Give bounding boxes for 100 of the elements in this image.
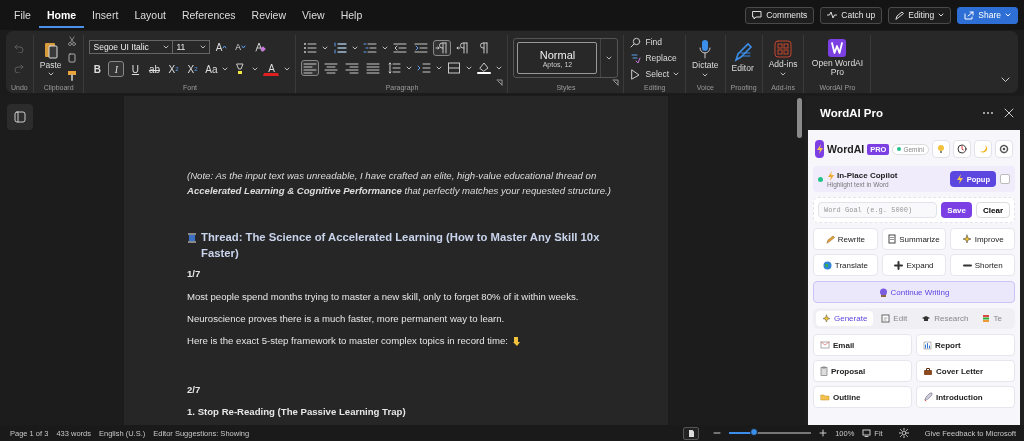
shrink-font-button[interactable]: A (232, 39, 249, 55)
caret-icon (382, 46, 389, 50)
action-button[interactable]: Improve (950, 228, 1015, 250)
left-to-right-button[interactable] (433, 40, 452, 56)
format-painter-button[interactable] (66, 69, 79, 82)
caret-icon (466, 66, 473, 70)
bold-button[interactable]: B (89, 61, 106, 77)
memo-icon (881, 314, 891, 323)
menu-tab[interactable]: Layout (126, 2, 174, 28)
increase-indent-icon (414, 41, 429, 55)
action-button[interactable]: Expand (881, 254, 947, 276)
italic-button[interactable]: I (108, 61, 125, 77)
menu-tab[interactable]: Review (243, 2, 295, 28)
clock-icon (957, 144, 967, 154)
paragraph: Neuroscience proves there is a much faster, more permanent way to learn. (187, 312, 506, 325)
share-button[interactable]: Share (957, 6, 1018, 24)
graduation-cap-icon (921, 314, 932, 323)
collapse-ribbon-icon (1001, 77, 1010, 83)
fit-icon (862, 429, 872, 437)
dialog-launcher-icon (612, 79, 620, 86)
more-button[interactable] (982, 111, 994, 115)
focus-button[interactable] (898, 428, 909, 438)
action-button[interactable]: Translate (813, 254, 878, 276)
right-to-left-icon (456, 41, 471, 55)
change-case-button[interactable]: Aa (203, 61, 220, 77)
plus-icon (894, 260, 904, 270)
paste-button[interactable]: Paste (38, 39, 63, 78)
menu-tab[interactable]: References (173, 2, 244, 28)
continue-writing-button[interactable]: Continue Writing (813, 281, 1015, 303)
scrollbar-thumb[interactable] (797, 98, 802, 138)
bolt-icon (815, 144, 824, 154)
editing-button[interactable]: Editing (888, 6, 952, 24)
template-button[interactable]: Outline (813, 386, 912, 408)
comments-button[interactable]: Comments (745, 6, 815, 24)
font-color-button[interactable]: A (263, 62, 280, 76)
note-paragraph: (Note: As the input text was unreadable, I have crafted an elite, high-value educational thread on Accelerated Learning & Cognitive Performance that perfectly matches your requested structure.) (187, 169, 612, 198)
caret-icon (47, 72, 54, 77)
dictate-button[interactable]: Dictate (691, 38, 720, 78)
template-button[interactable]: Report (916, 334, 1015, 356)
panel-icon (14, 111, 26, 123)
thread-spool-icon (187, 232, 197, 244)
superscript-button[interactable]: X$^{2}$ (184, 61, 201, 77)
editor-button[interactable]: Editor (730, 41, 755, 75)
print-layout-button[interactable] (683, 426, 700, 440)
navigation-pane-button[interactable] (7, 104, 33, 130)
template-button[interactable]: Email (813, 334, 912, 356)
save-button[interactable]: Save (941, 202, 972, 218)
caret-icon (252, 67, 259, 71)
decrease-indent-icon (393, 41, 408, 55)
zoom-thumb[interactable] (749, 428, 758, 436)
folder-icon (820, 393, 830, 401)
find-button[interactable]: Find (629, 35, 681, 49)
crystal-ball-icon (878, 287, 888, 297)
template-button[interactable]: Introduction (916, 386, 1015, 408)
copy-button[interactable] (66, 52, 79, 64)
font-name-field[interactable]: Segoe UI Italic (89, 40, 174, 54)
page-icon (687, 428, 695, 438)
close-button[interactable] (1004, 108, 1014, 118)
action-button[interactable]: Summarize (881, 228, 947, 250)
strikethrough-button[interactable]: ab (146, 61, 163, 77)
checkbox[interactable] (1000, 174, 1010, 184)
menu-tab[interactable]: Insert (84, 2, 127, 28)
menu-tab[interactable]: File (6, 2, 39, 28)
grow-font-button[interactable]: A (213, 39, 230, 55)
select-button[interactable]: Select (629, 67, 681, 81)
open-addin-button[interactable]: Open WordAI Pro (809, 37, 866, 79)
zoom-in-button[interactable] (819, 429, 828, 437)
template-button[interactable]: Proposal (813, 360, 912, 382)
lightbulb-icon (937, 144, 945, 154)
cut-button[interactable] (66, 35, 79, 47)
caret-icon (406, 66, 413, 70)
font-size-field[interactable]: 11 (172, 40, 211, 54)
panel-title: WordAI Pro (820, 107, 885, 119)
menu-tab[interactable]: Help (332, 2, 371, 28)
align-left-button[interactable] (301, 60, 320, 76)
subheading: 1. Stop Re-Reading (The Passive Learning Trap) (187, 405, 407, 418)
caret-icon (606, 56, 613, 60)
clear-button[interactable]: Clear (976, 202, 1010, 218)
replace-button[interactable]: Replace (629, 51, 681, 65)
menu-tab[interactable]: Home (38, 2, 85, 28)
thread-heading: Thread: The Science of Accelerated Learning (How to Master Any Skill 10x Faster) (201, 230, 601, 261)
shading-button[interactable] (475, 60, 494, 76)
justify-icon (366, 61, 381, 75)
dialog-launcher-icon (496, 79, 504, 86)
history-button[interactable] (953, 140, 971, 158)
action-button[interactable]: Rewrite (813, 228, 878, 250)
underline-button[interactable]: U (127, 61, 144, 77)
add-ins-button[interactable]: Add-ins (767, 39, 799, 77)
settings-button[interactable] (995, 140, 1013, 158)
panel-tab[interactable]: Generate (816, 311, 874, 326)
clipboard-icon (43, 40, 58, 59)
caret-icon (284, 67, 291, 71)
zoom-out-button[interactable] (713, 429, 722, 437)
catchup-button[interactable]: Catch up (820, 6, 883, 24)
action-button[interactable]: Shorten (950, 254, 1015, 276)
replace-icon (630, 52, 642, 64)
briefcase-icon (923, 366, 933, 376)
template-button[interactable]: Cover Letter (916, 360, 1015, 382)
menu-tab[interactable]: View (294, 2, 333, 28)
redo-icon (14, 63, 25, 73)
